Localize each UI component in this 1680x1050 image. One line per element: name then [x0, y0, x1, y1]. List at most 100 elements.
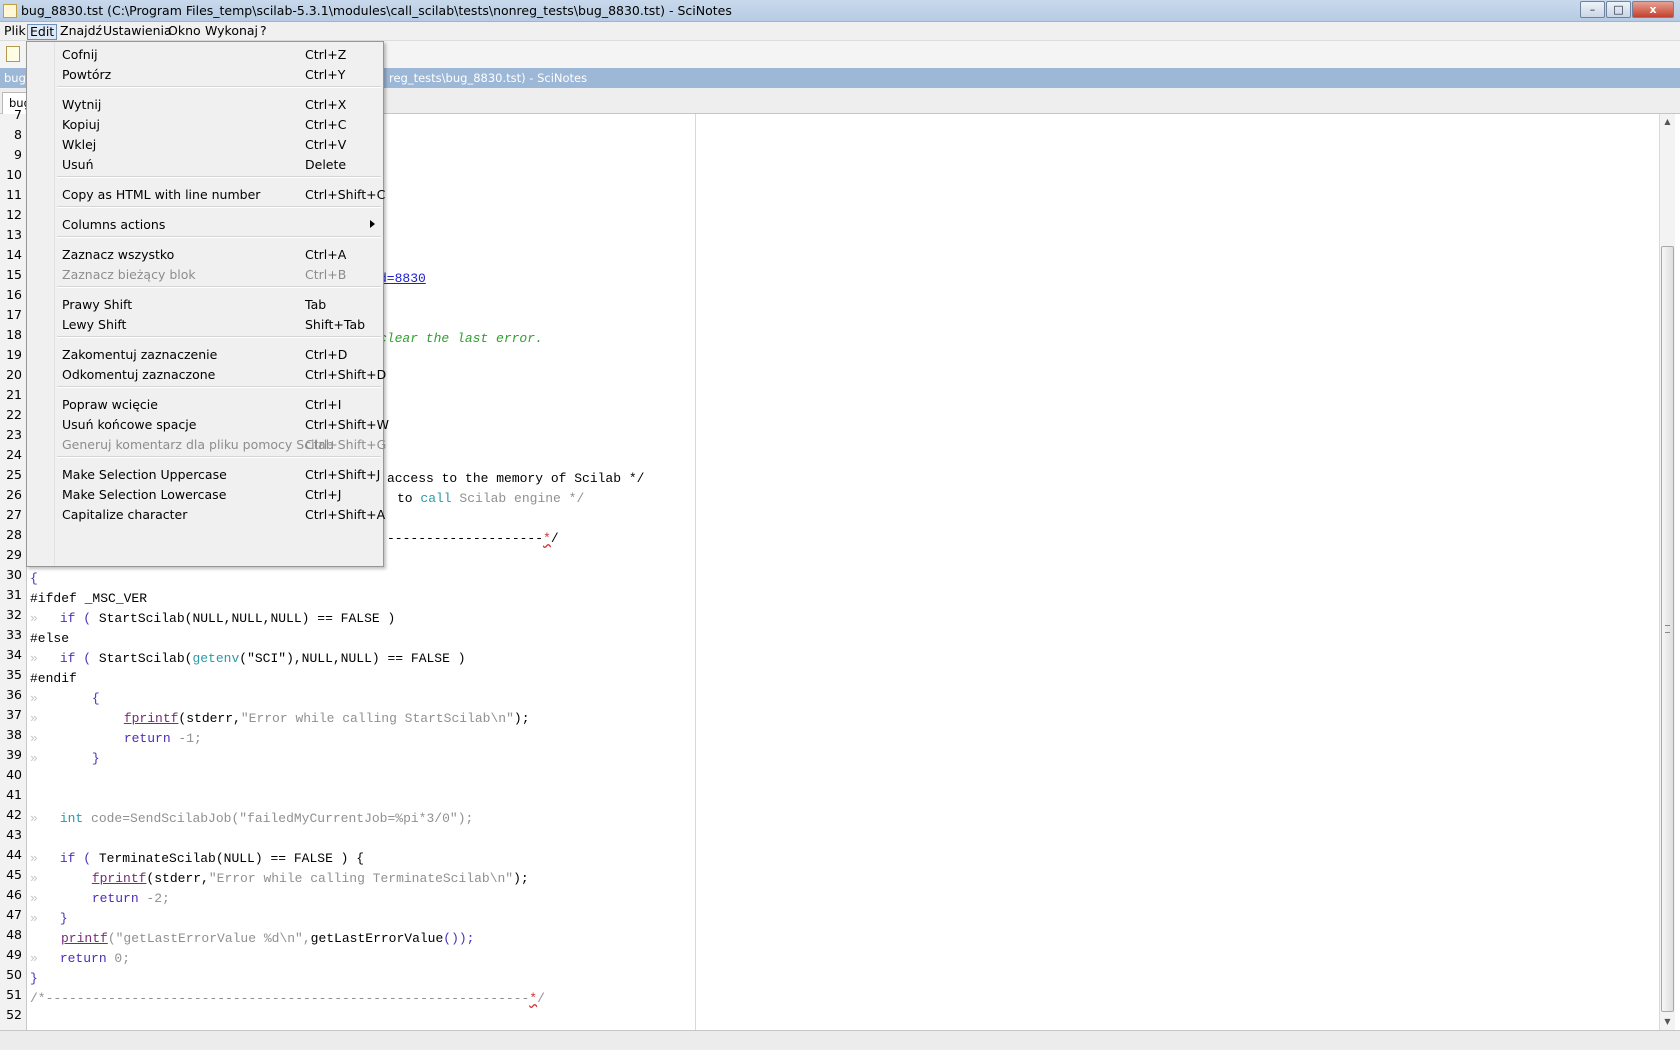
line-number: 45	[6, 867, 22, 882]
line-number: 23	[6, 427, 22, 442]
menu-item-shift-right[interactable]: Prawy Shift Tab	[28, 294, 382, 314]
menu-item-columns-actions[interactable]: Columns actions	[28, 214, 382, 234]
menu-item-label: Zaznacz wszystko	[62, 247, 175, 262]
menu-item-cut[interactable]: Wytnij Ctrl+X	[28, 94, 382, 114]
scroll-down-arrow-icon[interactable]: ▼	[1660, 1014, 1675, 1030]
line-number: 46	[6, 887, 22, 902]
status-bar	[0, 1030, 1680, 1050]
menu-item-label: Lewy Shift	[62, 317, 127, 332]
line-number: 38	[6, 727, 22, 742]
submenu-arrow-icon	[370, 220, 375, 228]
menu-item-copy[interactable]: Kopiuj Ctrl+C	[28, 114, 382, 134]
code-fragment: *	[529, 991, 538, 1006]
tab-marker: »	[30, 611, 38, 626]
tab-marker: »	[30, 811, 38, 826]
minimize-button[interactable]: –	[1580, 1, 1605, 18]
menu-separator	[57, 236, 381, 238]
menu-item-label: Kopiuj	[62, 117, 101, 132]
line-number: 10	[6, 167, 22, 182]
menu-item-shortcut: Ctrl+I	[305, 397, 342, 412]
menu-okno[interactable]: Okno	[166, 24, 203, 40]
menu-item-capitalize[interactable]: Capitalize character Ctrl+Shift+A	[28, 504, 385, 524]
menu-item-label: Make Selection Lowercase	[62, 487, 227, 502]
close-button[interactable]: x	[1632, 1, 1674, 18]
line-number: 48	[6, 927, 22, 942]
menu-item-copy-as-html[interactable]: Copy as HTML with line number Ctrl+Shift+…	[28, 184, 386, 204]
menu-separator	[57, 206, 381, 208]
line-number: 8	[14, 127, 22, 142]
menu-item-label: Usuń końcowe spacje	[62, 417, 197, 432]
menu-separator	[57, 286, 381, 288]
code-line-36: »{	[30, 691, 100, 706]
line-number: 7	[14, 107, 22, 122]
code-line-50: }	[30, 971, 38, 986]
vertical-scrollbar[interactable]: ▲ ▼	[1659, 114, 1675, 1030]
menu-item-label: Copy as HTML with line number	[62, 187, 261, 202]
scinotes-app-icon	[3, 4, 17, 18]
menu-item-delete[interactable]: Usuń Delete	[28, 154, 382, 174]
menu-item-lowercase[interactable]: Make Selection Lowercase Ctrl+J	[28, 484, 382, 504]
menu-item-label: Popraw wcięcie	[62, 397, 158, 412]
menu-item-shortcut: Tab	[305, 297, 327, 312]
menu-item-shift-left[interactable]: Lewy Shift Shift+Tab	[28, 314, 382, 334]
maximize-button[interactable]: □	[1606, 1, 1631, 18]
line-number: 49	[6, 947, 22, 962]
code-line-39: »}	[30, 751, 100, 766]
line-number: 31	[6, 587, 22, 602]
menu-item-shortcut: Ctrl+Shift+D	[305, 367, 387, 382]
code-fragment: getenv	[192, 651, 240, 666]
line-number: 51	[6, 987, 22, 1002]
code-fragment: #else	[30, 631, 70, 646]
menu-edit[interactable]: Edit	[27, 24, 58, 40]
menu-item-shortcut: Ctrl+C	[305, 117, 347, 132]
menu-item-select-all[interactable]: Zaznacz wszystko Ctrl+A	[28, 244, 382, 264]
menu-help[interactable]: ?	[258, 24, 269, 40]
line-number: 50	[6, 967, 22, 982]
menu-separator	[57, 456, 381, 458]
code-fragment: return	[91, 891, 147, 906]
line-number: 15	[6, 267, 22, 282]
code-line-44: » if ( TerminateScilab(NULL) == FALSE ) {	[30, 851, 364, 866]
menu-ustawienia[interactable]: Ustawienia	[101, 24, 174, 40]
menu-item-uppercase[interactable]: Make Selection Uppercase Ctrl+Shift+J	[28, 464, 382, 484]
menu-item-comment-selection[interactable]: Zakomentuj zaznaczenie Ctrl+D	[28, 344, 382, 364]
menu-item-uncomment-selection[interactable]: Odkomentuj zaznaczone Ctrl+Shift+D	[28, 364, 386, 384]
menu-item-shortcut: Ctrl+Shift+C	[305, 187, 386, 202]
line-number: 24	[6, 447, 22, 462]
tab-marker: »	[30, 651, 38, 666]
code-line-34: » if ( StartScilab(getenv("SCI"),NULL,NUL…	[30, 651, 466, 666]
code-fragment: (stderr,	[146, 871, 209, 886]
code-fragment: StartScilab(NULL,NULL,NULL) == FALSE )	[98, 611, 396, 626]
menu-wykonaj[interactable]: Wykonaj	[203, 24, 260, 40]
code-fragment: }	[59, 911, 68, 926]
code-line-31: #ifdef _MSC_VER	[30, 591, 147, 606]
menu-item-fix-indentation[interactable]: Popraw wcięcie Ctrl+I	[28, 394, 382, 414]
new-file-icon[interactable]	[6, 46, 20, 62]
tab-marker: »	[30, 951, 38, 966]
menu-bar: Plik Edit Znajdź Ustawienia Okno Wykonaj…	[0, 22, 1680, 41]
menu-item-remove-trailing-spaces[interactable]: Usuń końcowe spacje Ctrl+Shift+W	[28, 414, 389, 434]
menu-plik[interactable]: Plik	[2, 24, 28, 40]
menu-item-label: Usuń	[62, 157, 94, 172]
tab-marker: »	[30, 731, 38, 746]
menu-item-label: Columns actions	[62, 217, 166, 232]
code-fragment: *	[543, 531, 551, 546]
code-fragment: if (	[59, 651, 99, 666]
menu-znajdz[interactable]: Znajdź	[58, 24, 104, 40]
code-fragment: printf	[61, 931, 108, 946]
menu-item-shortcut: Ctrl+X	[305, 97, 347, 112]
scrollbar-thumb[interactable]	[1661, 246, 1674, 1012]
menu-item-label: Wytnij	[62, 97, 102, 112]
code-fragment: {	[91, 691, 100, 706]
line-number: 35	[6, 667, 22, 682]
menu-item-shortcut: Ctrl+B	[305, 267, 347, 282]
menu-item-redo[interactable]: Powtórz Ctrl+Y	[28, 64, 382, 84]
line-number: 26	[6, 487, 22, 502]
menu-item-paste[interactable]: Wklej Ctrl+V	[28, 134, 382, 154]
code-line-45: » fprintf(stderr,"Error while calling Ter…	[30, 871, 529, 886]
scroll-up-arrow-icon[interactable]: ▲	[1660, 114, 1675, 130]
line-number: 14	[6, 247, 22, 262]
menu-item-undo[interactable]: Cofnij Ctrl+Z	[28, 44, 382, 64]
menu-item-shortcut: Ctrl+V	[305, 137, 347, 152]
menu-item-label: Zaznacz bieżący blok	[62, 267, 196, 282]
